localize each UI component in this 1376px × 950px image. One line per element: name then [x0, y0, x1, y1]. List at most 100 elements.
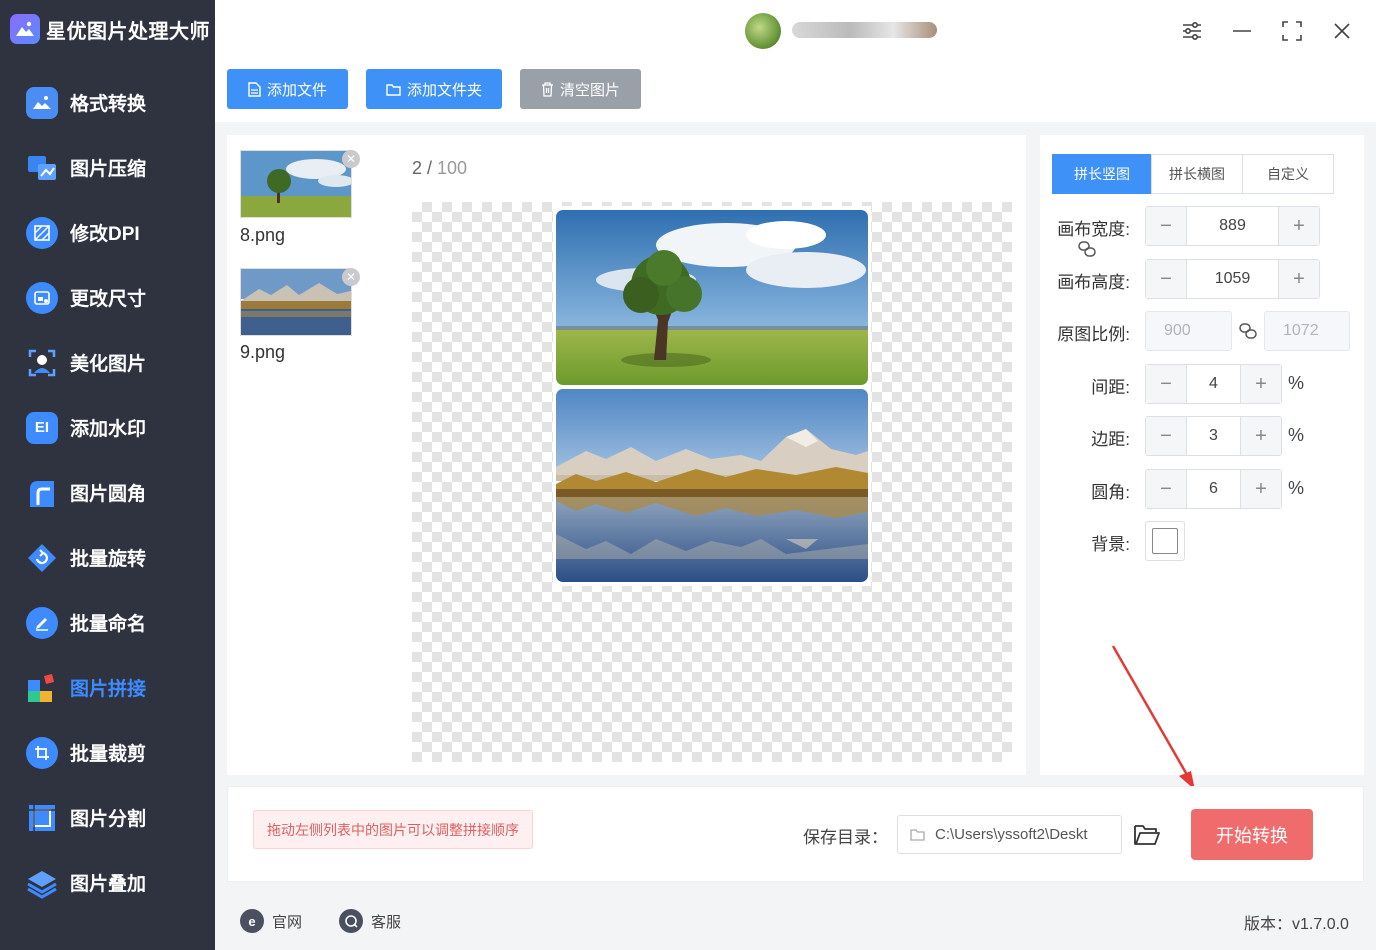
image-compress-icon [26, 151, 58, 184]
margin-unit: % [1288, 425, 1305, 445]
remove-file-icon[interactable]: ✕ [342, 150, 360, 168]
crop-icon [26, 736, 58, 769]
sidebar-item-crop[interactable]: 批量裁剪 [0, 720, 215, 785]
browser-e-icon: e [240, 909, 264, 933]
spacing-value[interactable]: 4 [1186, 365, 1241, 403]
canvas-height-value[interactable]: 1059 [1186, 260, 1279, 298]
sidebar-item-label: 图片压缩 [70, 159, 147, 180]
ratio-height-field: 1072 [1264, 311, 1350, 351]
canvas-height-label: 画布高度: [1057, 273, 1130, 292]
clear-images-label: 清空图片 [559, 81, 620, 99]
save-dir-label: 保存目录： [803, 828, 888, 847]
sidebar-item-stitch[interactable]: 图片拼接 [0, 655, 215, 720]
increment-button[interactable]: + [1279, 260, 1319, 298]
support-link[interactable]: 客服 [339, 908, 401, 934]
canvas-width-label: 画布宽度: [1057, 220, 1130, 239]
increment-button[interactable]: + [1241, 470, 1281, 508]
file-name: 9.png [240, 342, 286, 362]
radius-label: 圆角: [1091, 483, 1130, 502]
add-file-label: 添加文件 [266, 81, 327, 99]
decrement-button[interactable]: − [1146, 417, 1186, 455]
file-thumbnail[interactable] [240, 150, 354, 218]
canvas-height-stepper: − 1059 + [1145, 259, 1320, 299]
decrement-button[interactable]: − [1146, 365, 1186, 403]
decrement-button[interactable]: − [1146, 207, 1186, 245]
add-folder-button[interactable]: 添加文件夹 [366, 69, 502, 109]
sidebar-item-label: 美化图片 [70, 354, 147, 375]
sidebar-item-label: 格式转换 [70, 94, 147, 115]
increment-button[interactable]: + [1241, 417, 1281, 455]
maximize-icon[interactable] [1277, 16, 1307, 46]
image-counter: 2 / 100 [412, 158, 467, 179]
settings-sliders-icon[interactable] [1177, 16, 1207, 46]
sidebar-item-split[interactable]: 图片分割 [0, 785, 215, 850]
version-label: 版本：v1.7.0.0 [1244, 916, 1349, 933]
decrement-button[interactable]: − [1146, 470, 1186, 508]
sidebar-item-format-convert[interactable]: 格式转换 [0, 70, 215, 135]
background-color-picker[interactable] [1145, 521, 1185, 561]
canvas-width-value[interactable]: 889 [1186, 207, 1279, 245]
sidebar-item-label: 更改尺寸 [70, 289, 147, 310]
browse-folder-icon[interactable] [1133, 822, 1161, 848]
app-logo-icon [10, 14, 40, 44]
file-thumbnail[interactable] [240, 268, 352, 336]
spacing-stepper: − 4 + [1145, 364, 1282, 404]
resize-icon [26, 281, 58, 314]
rounded-corner-icon [26, 476, 58, 509]
start-convert-button[interactable]: 开始转换 [1191, 809, 1313, 860]
remove-file-icon[interactable]: ✕ [342, 268, 360, 286]
add-folder-label: 添加文件夹 [406, 81, 482, 99]
app-window: 星优图片处理大师 格式转换 图片压缩 修改DPI 更改尺寸 美化图片 EI 添加… [0, 0, 1376, 950]
sidebar-nav: 格式转换 图片压缩 修改DPI 更改尺寸 美化图片 EI 添加水印 图片圆角 批… [0, 70, 215, 915]
sidebar-item-rounded-corner[interactable]: 图片圆角 [0, 460, 215, 525]
sidebar-item-label: 批量裁剪 [70, 744, 147, 765]
add-file-button[interactable]: 添加文件 [227, 69, 348, 109]
support-label: 客服 [371, 913, 402, 931]
sidebar-item-rename[interactable]: 批量命名 [0, 590, 215, 655]
mountain-lake-thumbnail [241, 269, 351, 335]
reorder-hint: 拖动左侧列表中的图片可以调整拼接顺序 [253, 810, 533, 849]
decrement-button[interactable]: − [1146, 260, 1186, 298]
sidebar-item-label: 图片分割 [70, 809, 147, 830]
app-title: 星优图片处理大师 [46, 20, 210, 43]
chat-support-icon [339, 909, 363, 933]
margin-stepper: − 3 + [1145, 416, 1282, 456]
close-icon[interactable] [1327, 16, 1357, 46]
link-ratio-icon[interactable] [1077, 240, 1097, 263]
mountain-lake-image [556, 389, 868, 582]
sidebar-item-watermark[interactable]: EI 添加水印 [0, 395, 215, 460]
sidebar: 星优图片处理大师 格式转换 图片压缩 修改DPI 更改尺寸 美化图片 EI 添加… [0, 0, 215, 950]
increment-button[interactable]: + [1279, 207, 1319, 245]
watermark-icon: EI [26, 411, 58, 444]
radius-stepper: − 6 + [1145, 469, 1282, 509]
sidebar-item-rotate[interactable]: 批量旋转 [0, 525, 215, 590]
clear-images-button[interactable]: 清空图片 [520, 69, 641, 109]
sidebar-item-compress[interactable]: 图片压缩 [0, 135, 215, 200]
sidebar-item-resize[interactable]: 更改尺寸 [0, 265, 215, 330]
rename-icon [26, 606, 58, 639]
save-dir-value: C:\Users\yssoft2\Deskt [935, 826, 1088, 843]
website-link[interactable]: e 官网 [240, 908, 302, 934]
tab-horizontal[interactable]: 拼长横图 [1151, 154, 1243, 194]
avatar[interactable] [745, 13, 781, 49]
sidebar-item-dpi[interactable]: 修改DPI [0, 200, 215, 265]
radius-value[interactable]: 6 [1186, 470, 1241, 508]
sidebar-item-label: 批量命名 [70, 614, 147, 635]
minimize-icon[interactable] [1227, 16, 1257, 46]
background-label: 背景: [1091, 535, 1130, 554]
file-name: 8.png [240, 225, 286, 245]
tab-vertical[interactable]: 拼长竖图 [1052, 154, 1152, 194]
margin-value[interactable]: 3 [1186, 417, 1241, 455]
save-dir-field[interactable]: C:\Users\yssoft2\Deskt [897, 815, 1122, 854]
sidebar-item-label: 添加水印 [70, 419, 147, 440]
tab-custom[interactable]: 自定义 [1242, 154, 1334, 194]
sidebar-item-label: 图片拼接 [70, 679, 147, 700]
sidebar-item-beautify[interactable]: 美化图片 [0, 330, 215, 395]
tree-landscape-image [556, 210, 868, 385]
link-icon [1238, 322, 1258, 345]
sidebar-item-label: 图片圆角 [70, 484, 147, 505]
increment-button[interactable]: + [1241, 365, 1281, 403]
trash-icon [541, 81, 553, 97]
folder-icon [910, 829, 925, 841]
sidebar-item-overlay[interactable]: 图片叠加 [0, 850, 215, 915]
